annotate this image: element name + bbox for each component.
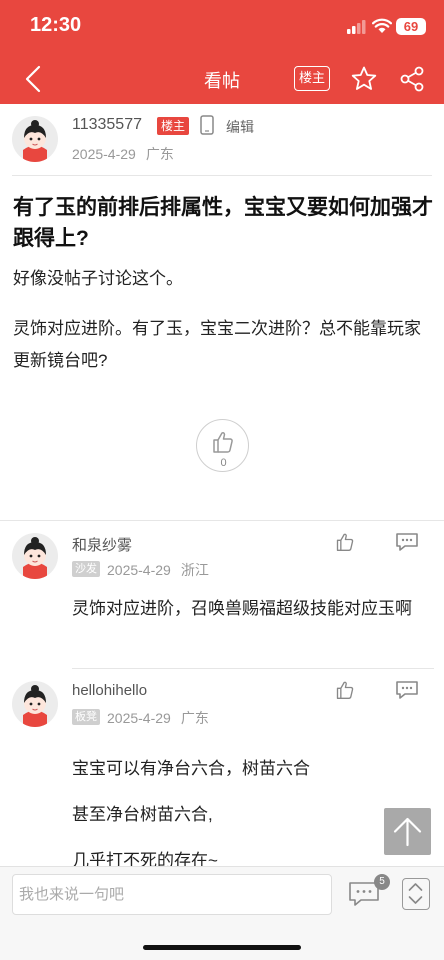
reply-body: 甚至净台树苗六合, bbox=[72, 805, 213, 824]
reply-author-name[interactable]: 和泉纱雾 bbox=[72, 534, 132, 555]
phone-icon bbox=[200, 115, 214, 135]
scroll-top-button[interactable] bbox=[384, 808, 431, 855]
nav-bar: 看帖 楼主 bbox=[0, 54, 444, 104]
star-icon[interactable] bbox=[350, 65, 378, 93]
comment-input[interactable] bbox=[12, 874, 332, 915]
share-icon[interactable] bbox=[398, 65, 426, 93]
reply-date: 2025-4-29 bbox=[107, 562, 171, 578]
post-date: 2025-4-29 bbox=[72, 146, 136, 162]
post-region: 广东 bbox=[145, 146, 174, 162]
reply-body: 宝宝可以有净台六合，树苗六合 bbox=[72, 759, 310, 778]
post-title: 有了玉的前排后排属性，宝宝又要如何加强才跟得上? bbox=[13, 196, 433, 250]
post-paragraph: 好像没帖子讨论这个。 bbox=[13, 269, 183, 288]
thumbs-up-icon[interactable] bbox=[335, 532, 355, 552]
like-count: 0 bbox=[220, 457, 227, 469]
like-button[interactable]: 0 bbox=[196, 419, 249, 472]
thumbs-up-icon bbox=[213, 431, 233, 453]
page-scroll-button[interactable] bbox=[402, 878, 430, 910]
status-bar: 12:30 69 bbox=[0, 0, 444, 54]
reply-region: 浙江 bbox=[180, 562, 209, 578]
reply-avatar[interactable] bbox=[12, 533, 58, 579]
edit-link[interactable]: 编辑 bbox=[226, 117, 254, 137]
cellular-signal-icon bbox=[347, 20, 366, 34]
author-name[interactable]: 11335577 bbox=[72, 116, 142, 134]
status-time: 12:30 bbox=[30, 14, 82, 36]
reply-icon[interactable] bbox=[395, 532, 419, 552]
reply-icon[interactable] bbox=[395, 680, 419, 700]
reply-meta: 2025-4-29 浙江 bbox=[107, 560, 209, 580]
reply-region: 广东 bbox=[180, 710, 209, 726]
scroll-icon bbox=[408, 883, 423, 904]
reply-author-name[interactable]: hellohihello bbox=[72, 682, 147, 699]
bottom-bar: 5 bbox=[0, 866, 444, 960]
wifi-icon bbox=[372, 18, 392, 33]
reply-date: 2025-4-29 bbox=[107, 710, 171, 726]
comment-count-badge: 5 bbox=[374, 874, 390, 890]
thumbs-up-icon[interactable] bbox=[335, 680, 355, 700]
reply-meta: 2025-4-29 广东 bbox=[107, 708, 209, 728]
home-indicator bbox=[143, 945, 301, 950]
reply-avatar[interactable] bbox=[12, 681, 58, 727]
header-divider bbox=[12, 175, 432, 176]
reply-divider bbox=[72, 668, 434, 669]
floor-tag: 沙发 bbox=[72, 561, 100, 577]
op-only-toggle[interactable]: 楼主 bbox=[294, 66, 330, 91]
op-tag: 楼主 bbox=[157, 117, 190, 135]
reply-body: 灵饰对应进阶，召唤兽赐福超级技能对应玉啊 bbox=[72, 599, 412, 618]
author-avatar[interactable] bbox=[12, 116, 58, 162]
post-meta: 2025-4-29 广东 bbox=[72, 144, 174, 164]
battery-indicator: 69 bbox=[396, 18, 426, 35]
post-paragraph: 灵饰对应进阶。有了玉，宝宝二次进阶？总不能靠玩家更新镜台吧? bbox=[13, 319, 421, 370]
floor-tag: 板凳 bbox=[72, 709, 100, 725]
arrow-up-icon bbox=[393, 817, 422, 847]
post-divider bbox=[0, 520, 444, 521]
